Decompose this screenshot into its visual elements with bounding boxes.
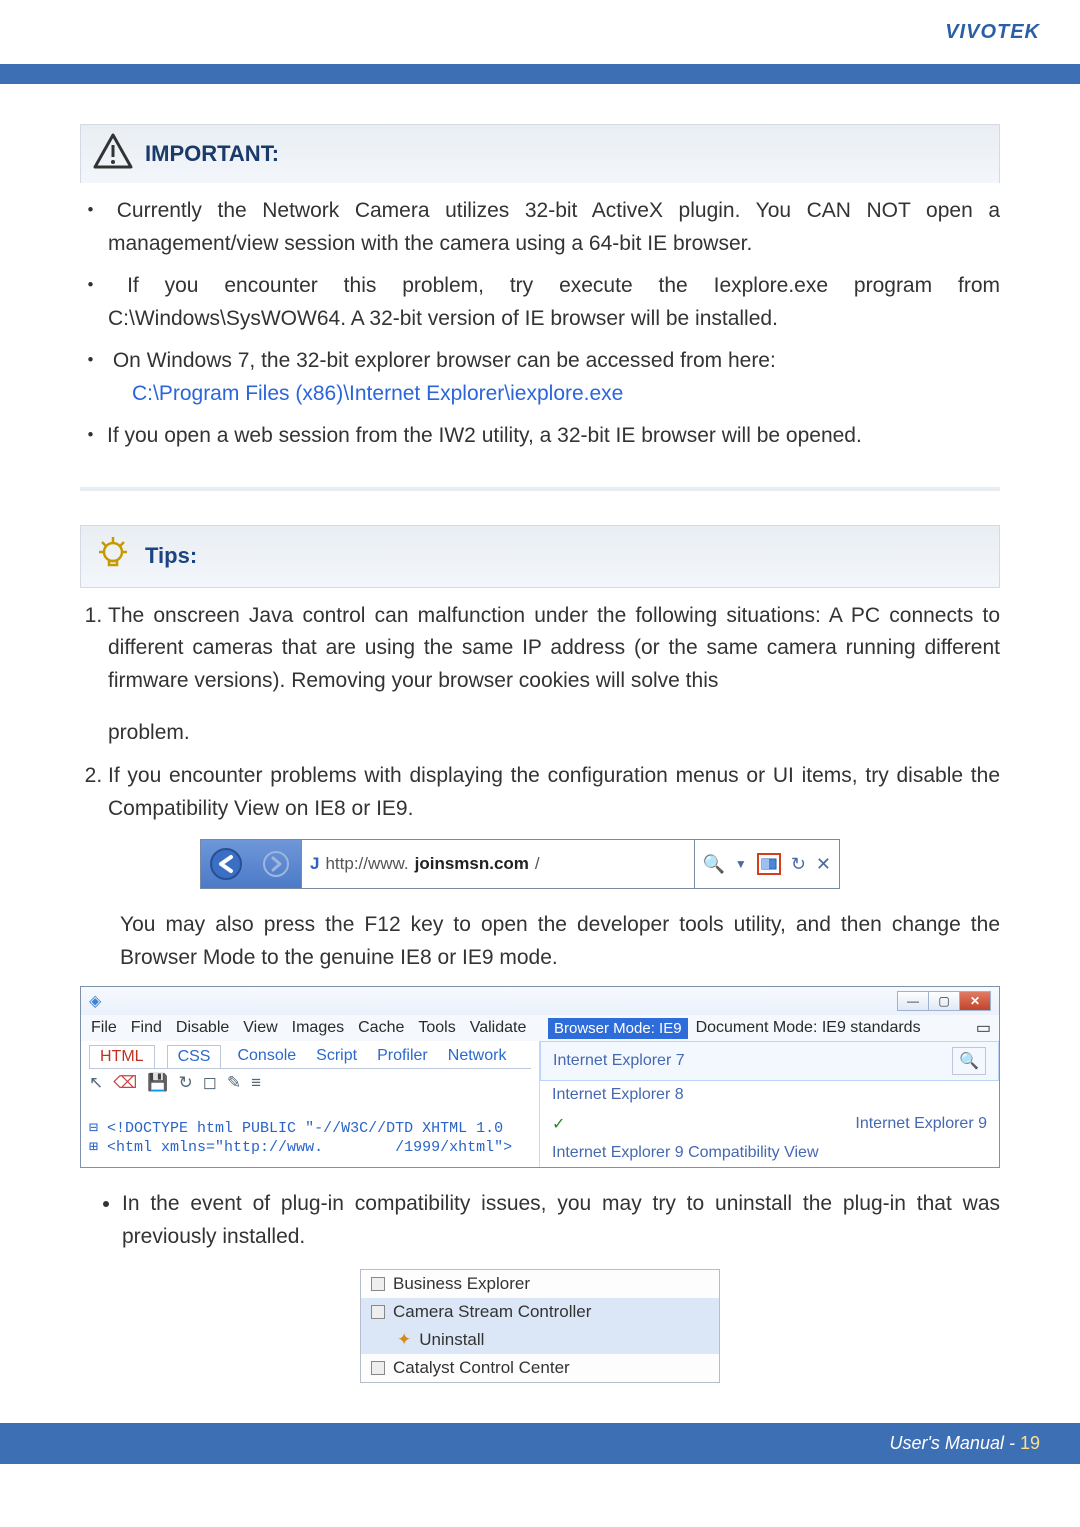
plugin-note-list: In the event of plug-in compatibility is…	[80, 1188, 1000, 1253]
brand-label: VIVOTEK	[945, 21, 1040, 44]
lightbulb-icon	[93, 534, 133, 579]
menu-item[interactable]: Images	[292, 1019, 344, 1037]
warning-icon	[93, 133, 133, 175]
menu-item[interactable]: Disable	[176, 1019, 229, 1037]
menu-item[interactable]: Validate	[470, 1019, 527, 1037]
devtools-icon: ◈	[89, 991, 101, 1011]
important-title: IMPORTANT:	[145, 141, 279, 167]
tips-list: The onscreen Java control can malfunctio…	[80, 600, 1000, 825]
bm-item-ie9compat[interactable]: Internet Explorer 9 Compatibility View	[540, 1139, 999, 1167]
menu-item[interactable]: Find	[131, 1019, 162, 1037]
tab-script[interactable]: Script	[312, 1045, 361, 1068]
tab-console[interactable]: Console	[233, 1045, 300, 1068]
important-header: IMPORTANT:	[80, 124, 1000, 183]
footer-label: User's Manual -	[889, 1433, 1019, 1453]
refresh-icon[interactable]: ↻	[178, 1073, 192, 1093]
url-suffix: /	[535, 854, 540, 874]
site-favicon: J	[310, 854, 319, 874]
problem-word: problem.	[108, 717, 1000, 750]
wrap-icon[interactable]: ≡	[251, 1073, 261, 1093]
stop-icon[interactable]: ✕	[816, 854, 831, 875]
folder-icon	[371, 1277, 385, 1291]
browser-mode-label[interactable]: Browser Mode: IE9	[548, 1018, 688, 1039]
browser-mode-menu: Internet Explorer 7 🔍 Internet Explorer …	[540, 1041, 999, 1167]
search-icon[interactable]: 🔍	[952, 1047, 986, 1075]
refresh-icon[interactable]: ↻	[791, 854, 806, 875]
dropdown-icon[interactable]: ▼	[735, 857, 747, 871]
window-buttons: — ▢ ✕	[898, 991, 991, 1011]
tab-css[interactable]: CSS	[167, 1045, 222, 1068]
uninstall-icon: ✦	[397, 1330, 411, 1350]
menu-item-business-explorer[interactable]: Business Explorer	[361, 1270, 719, 1298]
devtools-screenshot: ◈ — ▢ ✕ File Find Disable View Images Ca…	[80, 986, 1000, 1168]
plugin-note: In the event of plug-in compatibility is…	[122, 1188, 1000, 1253]
important-item: If you encounter this problem, try execu…	[108, 270, 1000, 335]
document-mode-label[interactable]: Document Mode: IE9 standards	[688, 1019, 921, 1037]
tips-header: Tips:	[80, 525, 1000, 588]
folder-icon	[371, 1305, 385, 1319]
tips-item-text: The onscreen Java control can malfunctio…	[108, 604, 1000, 692]
tab-html[interactable]: HTML	[89, 1045, 155, 1068]
menu-item[interactable]: File	[91, 1019, 117, 1037]
unpin-icon[interactable]: ▭	[976, 1018, 991, 1038]
clear-icon[interactable]: ⌫	[113, 1073, 137, 1093]
search-icon[interactable]: 🔍	[703, 854, 725, 875]
close-icon[interactable]: ✕	[959, 991, 991, 1011]
url-domain: joinsmsn.com	[415, 854, 529, 874]
ie-path: C:\Program Files (x86)\Internet Explorer…	[132, 382, 623, 405]
menu-item-camera-stream[interactable]: Camera Stream Controller	[361, 1298, 719, 1326]
back-button[interactable]	[201, 840, 251, 888]
page-footer: User's Manual - 19	[0, 1423, 1080, 1464]
checkmark-icon: ✓	[552, 1114, 565, 1134]
tips-item: The onscreen Java control can malfunctio…	[108, 600, 1000, 750]
tab-profiler[interactable]: Profiler	[373, 1045, 432, 1068]
devtools-tabs: HTML CSS Console Script Profiler Network	[89, 1045, 531, 1068]
folder-icon	[371, 1361, 385, 1375]
compat-view-icon[interactable]	[757, 853, 781, 875]
ie-addressbar-screenshot: J http://www. joinsmsn.com / 🔍 ▼ ↻ ✕	[200, 839, 1000, 889]
tab-network[interactable]: Network	[444, 1045, 511, 1068]
bm-item-ie7[interactable]: Internet Explorer 7 🔍	[540, 1041, 999, 1081]
minimize-icon[interactable]: —	[897, 991, 929, 1011]
menu-item[interactable]: Tools	[418, 1019, 455, 1037]
important-item: If you open a web session from the IW2 u…	[108, 420, 1000, 453]
uninstall-menu-screenshot: Business Explorer Camera Stream Controll…	[360, 1269, 720, 1383]
page-number: 19	[1020, 1433, 1040, 1453]
tips-title: Tips:	[145, 543, 197, 569]
save-icon[interactable]: 💾	[147, 1073, 168, 1093]
important-item: On Windows 7, the 32-bit explorer browse…	[108, 345, 1000, 410]
menu-item-catalyst[interactable]: Catalyst Control Center	[361, 1354, 719, 1382]
bm-item-ie9[interactable]: ✓Internet Explorer 9	[540, 1109, 999, 1139]
edit-icon[interactable]: ✎	[227, 1073, 241, 1093]
menu-item-uninstall[interactable]: ✦Uninstall	[361, 1326, 719, 1354]
devtools-toolbar: ↖ ⌫ 💾 ↻ ◻ ✎ ≡	[89, 1068, 531, 1097]
maximize-icon[interactable]: ▢	[928, 991, 960, 1011]
address-field[interactable]: J http://www. joinsmsn.com /	[301, 840, 695, 888]
important-item-text: On Windows 7, the 32-bit explorer browse…	[113, 349, 776, 372]
forward-button[interactable]	[251, 840, 301, 888]
bm-item-ie8[interactable]: Internet Explorer 8	[540, 1081, 999, 1109]
important-list: Currently the Network Camera utilizes 32…	[80, 195, 1000, 453]
devtools-menubar: File Find Disable View Images Cache Tool…	[81, 1015, 540, 1041]
menu-item[interactable]: View	[243, 1019, 277, 1037]
url-prefix: http://www.	[325, 854, 408, 874]
important-item: Currently the Network Camera utilizes 32…	[108, 195, 1000, 260]
element-icon[interactable]: ◻	[203, 1073, 217, 1093]
tips-after-shot: You may also press the F12 key to open t…	[120, 909, 1000, 974]
tips-item: If you encounter problems with displayin…	[108, 760, 1000, 825]
header-strip	[0, 64, 1080, 84]
separator	[80, 487, 1000, 491]
menu-item[interactable]: Cache	[358, 1019, 404, 1037]
pointer-icon[interactable]: ↖	[89, 1073, 103, 1093]
html-source: ⊟ <!DOCTYPE html PUBLIC "-//W3C//DTD XHT…	[89, 1101, 531, 1156]
